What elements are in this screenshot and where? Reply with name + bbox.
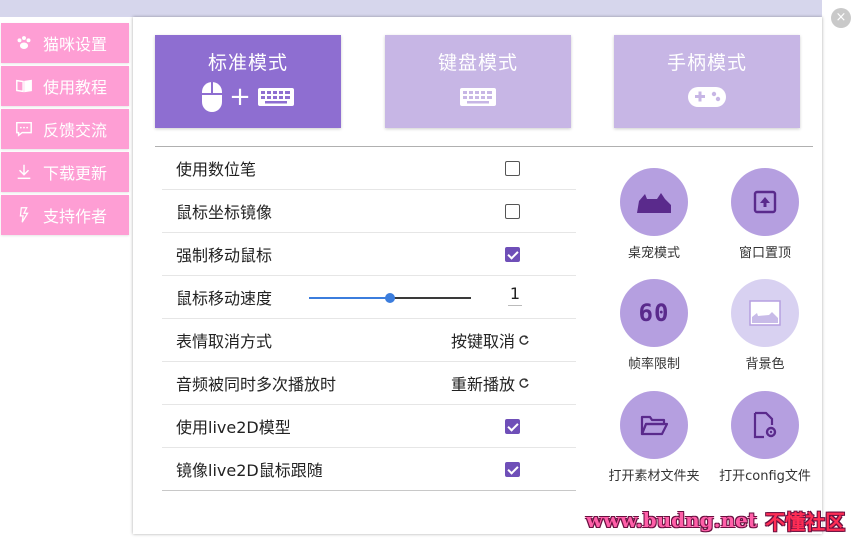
tool-window-top[interactable]: 窗口置顶 [717, 168, 813, 261]
setting-label: 使用数位笔 [176, 160, 257, 179]
lightning-icon [19, 207, 29, 223]
setting-row-mouse-speed: 鼠标移动速度 1 [162, 276, 576, 319]
tool-fps-limit[interactable]: 60 帧率限制 [606, 279, 702, 372]
watermark-brand: 不懂社区 [765, 509, 846, 534]
setting-label: 强制移动鼠标 [176, 246, 273, 265]
mouse-mirror-checkbox[interactable] [505, 203, 520, 219]
cat-silhouette-icon [637, 193, 671, 213]
mouse-icon [202, 82, 223, 112]
setting-label: 鼠标移动速度 [176, 289, 273, 308]
tool-label: 桌宠模式 [627, 246, 680, 261]
audio-overlap-selector[interactable]: 重新播放 [451, 371, 530, 395]
paw-icon [17, 36, 31, 49]
sidebar-item-cat-settings[interactable]: 猫咪设置 [1, 23, 129, 63]
setting-row-audio-overlap: 音频被同时多次播放时 重新播放 [162, 362, 576, 405]
chat-icon [16, 121, 32, 137]
setting-label: 音频被同时多次播放时 [176, 375, 337, 394]
setting-label: 镜像live2D鼠标跟随 [176, 461, 323, 480]
window-top-button[interactable] [731, 168, 799, 236]
mode-keyboard-label: 键盘模式 [437, 52, 518, 74]
mode-keyboard-card[interactable]: 键盘模式 [385, 35, 571, 128]
close-button[interactable]: × [831, 8, 851, 28]
watermark-url: www.budng.net [586, 508, 758, 532]
setting-row-expression-cancel: 表情取消方式 按键取消 [162, 319, 576, 362]
sidebar-item-download-update[interactable]: 下载更新 [1, 152, 129, 192]
config-file-icon [753, 411, 777, 439]
gamepad-icon [688, 87, 726, 107]
tool-label: 背景色 [745, 357, 785, 372]
plus-sign: + [229, 82, 251, 112]
open-config-file-button[interactable] [731, 391, 799, 459]
sidebar-item-feedback[interactable]: 反馈交流 [1, 109, 129, 149]
folder-open-icon [640, 415, 668, 436]
slider-handle[interactable] [385, 293, 395, 303]
keyboard-icon [257, 88, 294, 106]
sidebar-item-label: 下载更新 [43, 164, 108, 183]
setting-label: 使用live2D模型 [176, 418, 291, 437]
setting-row-use-pen: 使用数位笔 [162, 147, 576, 190]
pin-top-icon [753, 190, 777, 214]
fps-limit-button[interactable]: 60 [620, 279, 688, 347]
selector-value: 重新播放 [451, 375, 516, 394]
sidebar-item-label: 猫咪设置 [43, 35, 108, 54]
download-icon [17, 164, 31, 180]
mode-standard-label: 标准模式 [207, 52, 288, 74]
tool-background-color[interactable]: 背景色 [717, 279, 813, 372]
desktop-pet-button[interactable] [620, 168, 688, 236]
selector-value: 按键取消 [451, 332, 516, 351]
tool-desktop-pet[interactable]: 桌宠模式 [606, 168, 702, 261]
setting-row-live2d-mirror: 镜像live2D鼠标跟随 [162, 448, 576, 491]
use-live2d-checkbox[interactable] [505, 418, 520, 434]
setting-row-mouse-mirror: 鼠标坐标镜像 [162, 190, 576, 233]
title-bar [0, 0, 822, 17]
sidebar-item-label: 使用教程 [43, 78, 108, 97]
tool-label: 帧率限制 [627, 357, 680, 372]
tool-label: 打开素材文件夹 [608, 469, 700, 484]
background-image-icon [749, 300, 781, 326]
setting-label: 鼠标坐标镜像 [176, 203, 273, 222]
sidebar: 猫咪设置 使用教程 反馈交流 下载更新 支持作者 [1, 23, 129, 238]
mode-standard-card[interactable]: 标准模式 + [155, 35, 341, 128]
setting-row-force-move: 强制移动鼠标 [162, 233, 576, 276]
open-assets-folder-button[interactable] [620, 391, 688, 459]
mouse-speed-value[interactable]: 1 [508, 284, 522, 306]
tool-label: 打开config文件 [719, 469, 811, 484]
settings-list: 使用数位笔 鼠标坐标镜像 强制移动鼠标 鼠标移动速度 1 表情取消方式 按键取消… [162, 147, 576, 491]
live2d-mirror-checkbox[interactable] [505, 461, 520, 477]
mode-gamepad-label: 手柄模式 [666, 52, 747, 74]
mode-gamepad-card[interactable]: 手柄模式 [614, 35, 800, 128]
tool-label: 窗口置顶 [738, 246, 791, 261]
sidebar-item-support-author[interactable]: 支持作者 [1, 195, 129, 235]
refresh-icon [519, 378, 529, 388]
force-move-checkbox[interactable] [505, 246, 520, 262]
setting-row-use-live2d: 使用live2D模型 [162, 405, 576, 448]
keyboard-icon [460, 88, 496, 106]
tool-open-config-file[interactable]: 打开config文件 [717, 391, 813, 484]
background-color-button[interactable] [731, 279, 799, 347]
setting-label: 表情取消方式 [176, 332, 273, 351]
fps-60-icon: 60 [638, 299, 670, 327]
mouse-speed-slider[interactable] [309, 293, 471, 303]
book-icon [16, 79, 32, 93]
slider-fill [309, 297, 390, 299]
expression-cancel-selector[interactable]: 按键取消 [451, 328, 530, 352]
tool-open-assets-folder[interactable]: 打开素材文件夹 [606, 391, 702, 484]
refresh-icon [519, 335, 529, 345]
sidebar-item-tutorial[interactable]: 使用教程 [1, 66, 129, 106]
watermark: www.budng.net 不懂社区 [586, 506, 854, 534]
sidebar-item-label: 反馈交流 [43, 121, 108, 140]
use-pen-checkbox[interactable] [505, 160, 520, 176]
sidebar-item-label: 支持作者 [43, 207, 108, 226]
